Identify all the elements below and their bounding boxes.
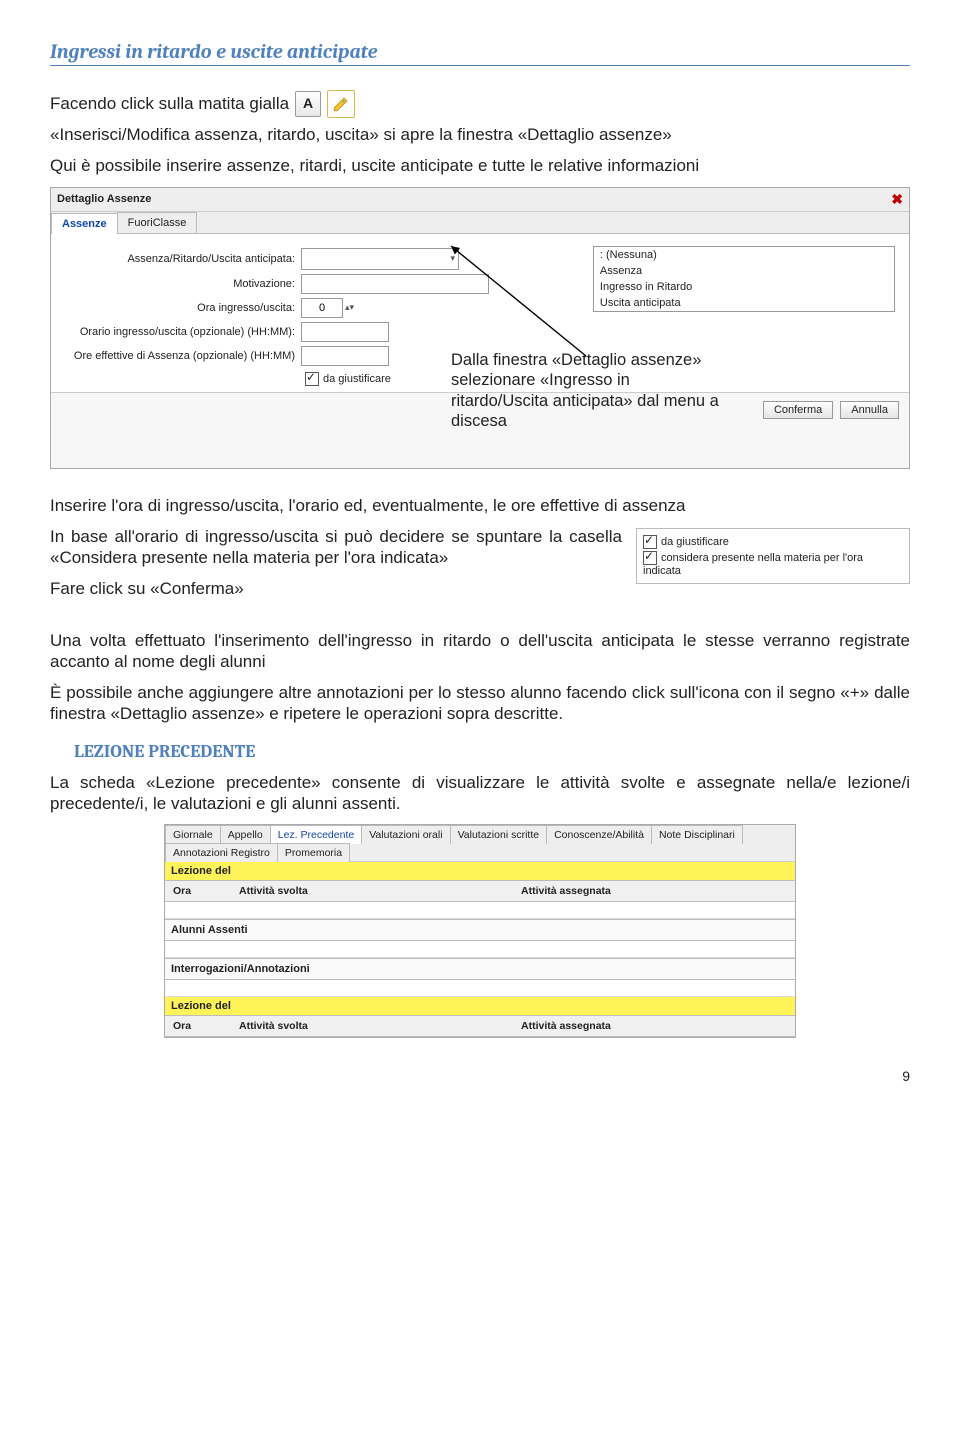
paragraph: La scheda «Lezione precedente» consente … (50, 772, 910, 815)
lezione-precedente-screenshot: Giornale Appello Lez. Precedente Valutaz… (164, 824, 796, 1038)
tab-lez-precedente[interactable]: Lez. Precedente (270, 825, 362, 844)
label: Assenza/Ritardo/Uscita anticipata: (65, 253, 301, 265)
orario-input[interactable] (301, 322, 389, 342)
considera-presente-snippet: da giustificare considera presente nella… (636, 528, 910, 584)
tab-promemoria[interactable]: Promemoria (277, 843, 350, 862)
label: Motivazione: (65, 278, 301, 290)
col-attivita-assegnata: Attività assegnata (513, 1016, 795, 1036)
checkbox-label: considera presente nella materia per l'o… (643, 552, 863, 577)
lezione-del-row: Lezione del (165, 862, 795, 881)
tab-conoscenze[interactable]: Conoscenze/Abilità (546, 825, 652, 844)
grid-header: Ora Attività svolta Attività assegnata (165, 881, 795, 902)
grid-header: Ora Attività svolta Attività assegnata (165, 1016, 795, 1037)
paragraph: È possibile anche aggiungere altre annot… (50, 682, 910, 725)
chevron-down-icon: ▾ (450, 253, 455, 264)
tab-valutazioni-orali[interactable]: Valutazioni orali (361, 825, 450, 844)
dialog-title: Dettaglio Assenze (57, 193, 151, 205)
option-assenza[interactable]: Assenza (594, 263, 894, 279)
tab-note-disciplinari[interactable]: Note Disciplinari (651, 825, 743, 844)
letter-a-icon: A (295, 91, 321, 117)
close-icon[interactable]: ✖ (891, 191, 903, 208)
intro-line-1: Facendo click sulla matita gialla A «Ins… (50, 90, 910, 145)
considera-presente-checkbox[interactable] (643, 551, 657, 565)
col-attivita-assegnata: Attività assegnata (513, 881, 795, 901)
label: Ora ingresso/uscita: (65, 302, 301, 314)
tab-annotazioni-registro[interactable]: Annotazioni Registro (165, 843, 278, 862)
pencil-icon (327, 90, 355, 118)
option-uscita-anticipata[interactable]: Uscita anticipata (594, 295, 894, 311)
spinner-icon[interactable]: ▴▾ (345, 302, 354, 313)
text: «Inserisci/Modifica assenza, ritardo, us… (50, 124, 672, 145)
tab-appello[interactable]: Appello (220, 825, 271, 844)
alunni-assenti-row: Alunni Assenti (165, 919, 795, 941)
page-number: 9 (50, 1068, 910, 1084)
checkbox-label: da giustificare (323, 372, 391, 384)
text: Facendo click sulla matita gialla (50, 93, 289, 114)
paragraph: Inserire l'ora di ingresso/uscita, l'ora… (50, 495, 910, 516)
col-attivita-svolta: Attività svolta (231, 881, 513, 901)
tab-valutazioni-scritte[interactable]: Valutazioni scritte (450, 825, 548, 844)
lezione-del-row: Lezione del (165, 997, 795, 1016)
section-heading: Ingressi in ritardo e uscite anticipate (50, 40, 910, 66)
label: Orario ingresso/uscita (opzionale) (HH:M… (65, 326, 301, 338)
ora-input[interactable] (301, 298, 343, 318)
callout-text: Dalla finestra «Dettaglio assenze» selez… (451, 350, 721, 433)
tab-giornale[interactable]: Giornale (165, 825, 221, 844)
option-nessuna[interactable]: : (Nessuna) (594, 247, 894, 263)
col-ora: Ora (165, 881, 231, 901)
interrogazioni-row: Interrogazioni/Annotazioni (165, 958, 795, 980)
col-ora: Ora (165, 1016, 231, 1036)
col-attivita-svolta: Attività svolta (231, 1016, 513, 1036)
subsection-heading: LEZIONE PRECEDENTE (74, 741, 910, 762)
dettaglio-assenze-screenshot: Dettaglio Assenze ✖ Assenze FuoriClasse … (50, 187, 910, 469)
conferma-button[interactable]: Conferma (763, 401, 833, 419)
ore-effettive-input[interactable] (301, 346, 389, 366)
checkbox-label: da giustificare (661, 536, 729, 548)
dropdown-options: : (Nessuna) Assenza Ingresso in Ritardo … (593, 246, 895, 312)
annulla-button[interactable]: Annulla (840, 401, 899, 419)
intro-line-2: Qui è possibile inserire assenze, ritard… (50, 155, 910, 176)
tab-assenze[interactable]: Assenze (51, 213, 118, 234)
option-ingresso-ritardo[interactable]: Ingresso in Ritardo (594, 279, 894, 295)
giustificare-checkbox[interactable] (305, 372, 319, 386)
paragraph: Una volta effettuato l'inserimento dell'… (50, 630, 910, 673)
tab-fuoriclasse[interactable]: FuoriClasse (117, 212, 198, 233)
motivazione-input[interactable] (301, 274, 489, 294)
label: Ore effettive di Assenza (opzionale) (HH… (65, 350, 301, 362)
giustificare-checkbox[interactable] (643, 535, 657, 549)
tipo-dropdown[interactable]: ▾ (301, 248, 459, 270)
